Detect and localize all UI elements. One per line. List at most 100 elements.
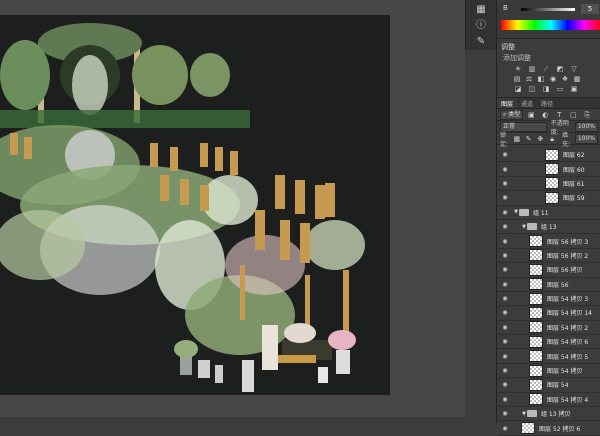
layer-row[interactable]: ◉ 图层 54 拷贝 14 — [497, 306, 600, 321]
layer-thumbnail — [529, 249, 543, 262]
smart-filter-icon[interactable]: ⎘ — [582, 111, 592, 119]
visibility-eye-icon[interactable]: ◉ — [501, 381, 509, 388]
lock-brush-icon[interactable]: ✎ — [525, 135, 533, 143]
color-spectrum[interactable] — [501, 20, 600, 30]
layer-row[interactable]: ◉ 图层 54 拷贝 6 — [497, 335, 600, 350]
posterize-icon[interactable]: ◫ — [527, 85, 537, 93]
layer-row[interactable]: ◉ 图层 61 — [497, 177, 600, 192]
folder-icon — [519, 208, 529, 216]
visibility-eye-icon[interactable]: ◉ — [501, 238, 509, 245]
layer-row[interactable]: ◉ 图层 54 拷贝 — [497, 364, 600, 379]
layer-name: 组 13 拷贝 — [541, 411, 571, 419]
visibility-eye-icon[interactable]: ◉ — [501, 223, 509, 230]
visibility-eye-icon[interactable]: ◉ — [501, 151, 509, 158]
channel-slider[interactable] — [521, 8, 575, 11]
visibility-eye-icon[interactable]: ◉ — [501, 180, 509, 187]
photo-filter-icon[interactable]: ◉ — [549, 75, 557, 83]
fill-label: 填充: — [561, 131, 570, 148]
layer-thumbnail — [529, 263, 543, 276]
color-lookup-icon[interactable]: ▦ — [573, 75, 581, 83]
layer-name: 图层 56 — [547, 281, 569, 289]
layer-row[interactable]: ◉ 图层 59 — [497, 191, 600, 206]
layer-group-row[interactable]: ◉ ▼ 组 11 — [497, 206, 600, 220]
layer-name: 组 11 — [533, 209, 549, 217]
visibility-eye-icon[interactable]: ◉ — [501, 209, 509, 216]
exposure-icon[interactable]: ◩ — [555, 65, 565, 73]
layer-row[interactable]: ◉ 图层 54 拷贝 4 — [497, 393, 600, 408]
canvas-area[interactable] — [0, 0, 465, 423]
document-canvas[interactable] — [0, 15, 390, 395]
layer-name: 图层 61 — [563, 180, 585, 188]
visibility-eye-icon[interactable]: ◉ — [501, 396, 509, 403]
canvas-horizontal-scrollbar[interactable] — [0, 417, 465, 423]
filter-row: ⌕ 类型 ▣ ◐ T ▢ ⎘ — [497, 109, 600, 121]
lock-all-icon[interactable]: 🔒︎ — [548, 135, 556, 143]
layer-thumbnail — [529, 321, 543, 334]
tab-layers[interactable]: 图层 — [497, 98, 518, 108]
opacity-field[interactable]: 100% — [574, 121, 598, 132]
visibility-eye-icon[interactable]: ◉ — [501, 281, 509, 288]
visibility-eye-icon[interactable]: ◉ — [501, 194, 509, 201]
visibility-eye-icon[interactable]: ◉ — [501, 252, 509, 259]
layer-row[interactable]: ◉ 图层 54 拷贝 5 — [497, 349, 600, 364]
levels-icon[interactable]: ▥ — [527, 65, 537, 73]
fill-field[interactable]: 100% — [574, 133, 598, 144]
layer-row[interactable]: ◉ 图层 56 拷贝 — [497, 263, 600, 278]
brush-panel-icon[interactable]: ✎ — [472, 36, 490, 48]
blend-row: 正常 不透明度: 100% — [497, 120, 600, 136]
layer-thumbnail — [529, 378, 543, 391]
invert-icon[interactable]: ◪ — [513, 85, 523, 93]
layer-thumbnail — [545, 191, 559, 204]
brightness-icon[interactable]: ☀ — [513, 65, 523, 73]
adjustments-title: 调整 — [501, 43, 515, 51]
layer-row[interactable]: ◉ 图层 56 拷贝 3 — [497, 234, 600, 249]
layer-row[interactable]: ◉ 图层 54 拷贝 2 — [497, 321, 600, 336]
layer-row[interactable]: ◉ 图层 56 — [497, 278, 600, 292]
selective-color-icon[interactable]: ▣ — [569, 85, 579, 93]
visibility-eye-icon[interactable]: ◉ — [501, 266, 509, 273]
layer-row[interactable]: ◉ 图层 54 — [497, 378, 600, 393]
visibility-eye-icon[interactable]: ◉ — [501, 309, 509, 316]
lock-transparent-icon[interactable]: ▦ — [513, 135, 521, 143]
curves-icon[interactable]: ⟋ — [541, 65, 551, 73]
visibility-eye-icon[interactable]: ◉ — [501, 353, 509, 360]
visibility-eye-icon[interactable]: ◉ — [501, 324, 509, 331]
hue-saturation-icon[interactable]: ▤ — [513, 75, 521, 83]
layer-thumbnail — [529, 350, 543, 363]
channel-mixer-icon[interactable]: ❖ — [561, 75, 569, 83]
tab-channels[interactable]: 通道 — [517, 98, 537, 108]
tab-paths[interactable]: 路径 — [537, 98, 557, 108]
layer-list: ◉ 图层 62 ◉ 图层 60 ◉ 图层 61 ◉ 图层 59 ◉ ▼ 组 11 ◉ ▼ 组 13 ◉ 图层 … — [497, 148, 600, 436]
gradient-map-icon[interactable]: ▭ — [555, 85, 565, 93]
layer-thumbnail — [529, 292, 543, 305]
visibility-eye-icon[interactable]: ◉ — [501, 166, 509, 173]
layer-row[interactable]: ◉ 图层 62 — [497, 148, 600, 163]
layer-name: 图层 60 — [563, 166, 585, 174]
visibility-eye-icon[interactable]: ◉ — [501, 338, 509, 345]
channel-value[interactable]: 5 — [581, 4, 599, 14]
info-panel-icon[interactable]: ⓘ — [472, 20, 490, 32]
layer-row[interactable]: ◉ 图层 60 — [497, 162, 600, 177]
layer-thumbnail — [545, 177, 559, 190]
layer-name: 图层 56 拷贝 3 — [547, 238, 589, 246]
threshold-icon[interactable]: ◨ — [541, 85, 551, 93]
visibility-eye-icon[interactable]: ◉ — [501, 410, 509, 417]
layer-row[interactable]: ◉ 图层 56 拷贝 2 — [497, 249, 600, 264]
pixel-filter-icon[interactable]: ▣ — [526, 111, 536, 119]
adjust-filter-icon[interactable]: ◐ — [540, 111, 550, 119]
color-balance-icon[interactable]: ⚖ — [525, 75, 533, 83]
color-panel: B 5 — [497, 0, 600, 39]
visibility-eye-icon[interactable]: ◉ — [501, 367, 509, 374]
visibility-eye-icon[interactable]: ◉ — [501, 425, 509, 432]
layer-group-row[interactable]: ◉ ▼ 组 13 拷贝 — [497, 407, 600, 422]
layer-row[interactable]: ◉ 图层 52 拷贝 6 — [497, 421, 600, 436]
visibility-eye-icon[interactable]: ◉ — [501, 295, 509, 302]
layer-name: 图层 62 — [563, 152, 585, 160]
black-white-icon[interactable]: ◧ — [537, 75, 545, 83]
lock-move-icon[interactable]: ✥ — [536, 135, 544, 143]
layer-group-row[interactable]: ◉ ▼ 组 13 — [497, 220, 600, 235]
vibrance-icon[interactable]: ▽ — [569, 65, 579, 73]
layer-filter-select[interactable]: ⌕ 类型 — [500, 109, 524, 120]
layer-row[interactable]: ◉ 图层 54 拷贝 3 — [497, 292, 600, 307]
color-panel-icon[interactable]: ▦ — [472, 4, 490, 16]
